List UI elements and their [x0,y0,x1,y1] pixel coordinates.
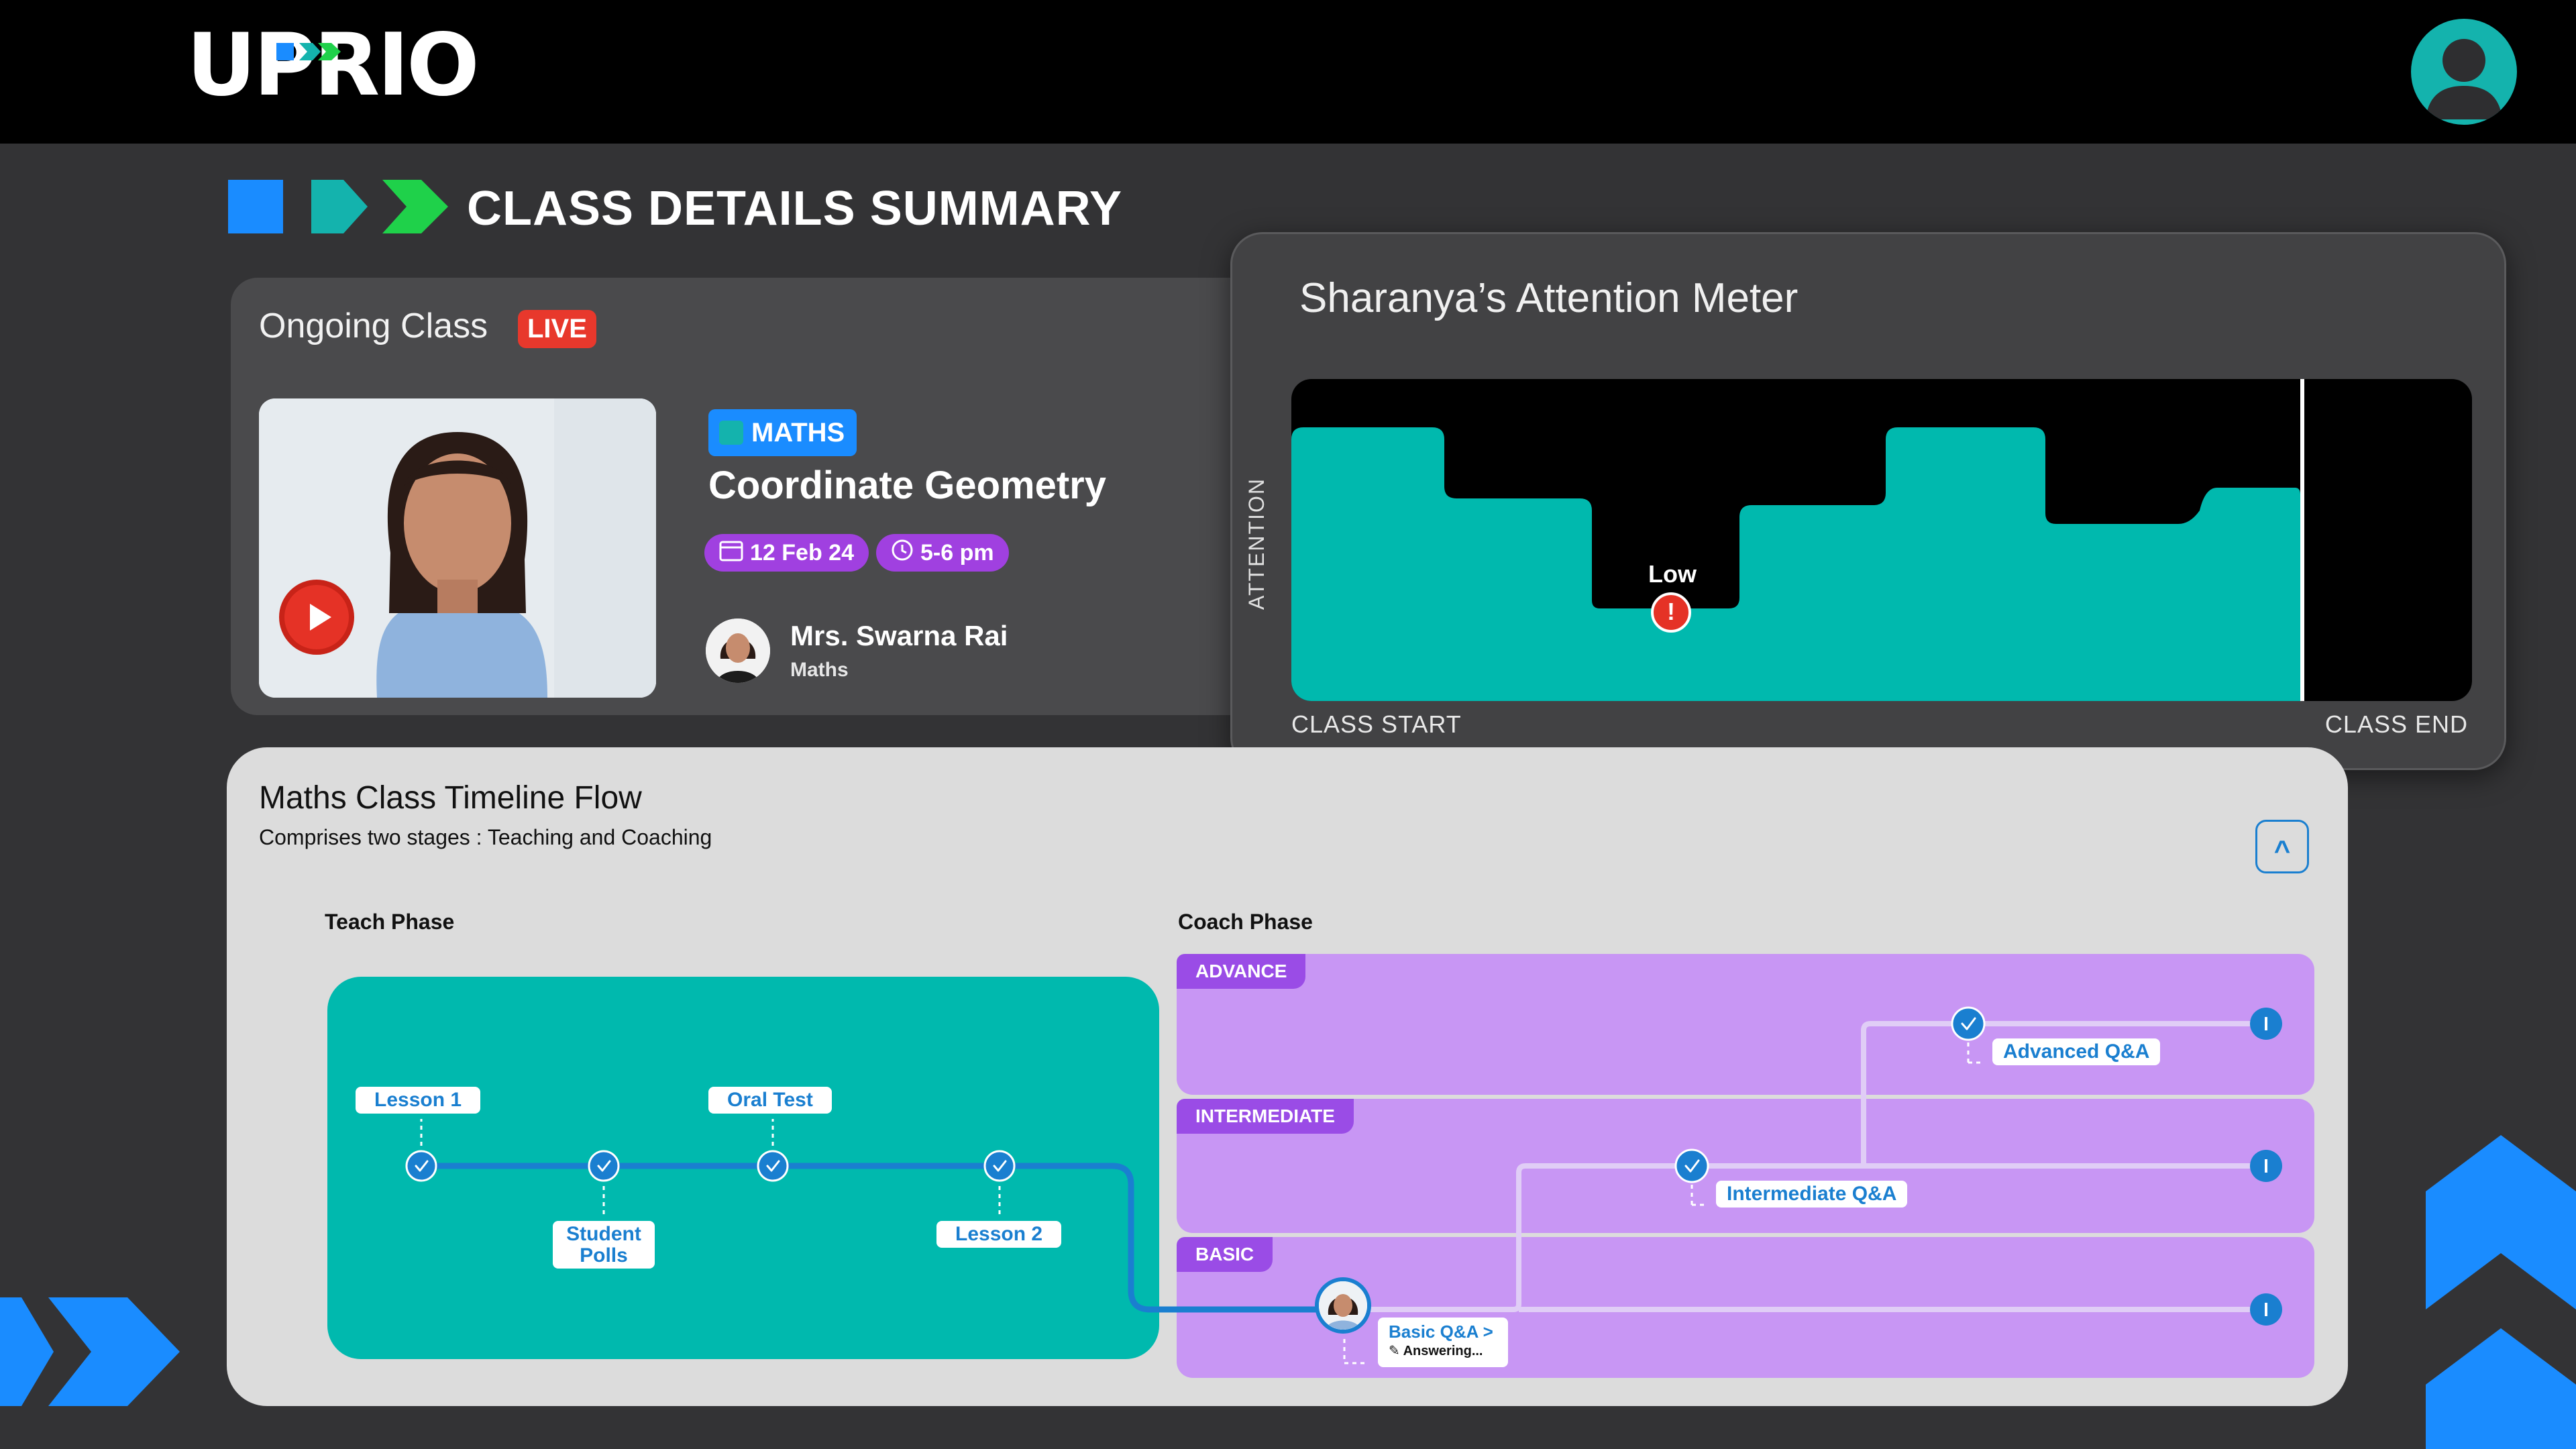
attention-meter-title: Sharanya’s Attention Meter [1299,275,1799,321]
class-end-label: CLASS END [2324,710,2468,738]
basic-qa-label[interactable]: Basic Q&A > [1389,1322,1497,1342]
student-video-thumbnail[interactable] [259,398,656,698]
brand-chevrons-icon [228,180,448,233]
teacher-avatar [706,619,770,683]
play-icon [310,604,331,631]
intermediate-qa-node[interactable]: Intermediate Q&A [1716,1181,1908,1208]
top-bar: UPRIO [0,0,2576,144]
clock-icon [891,539,914,568]
teacher-name: Mrs. Swarna Rai [790,620,1008,651]
ongoing-class-card: Ongoing Class LIVE MATHS Coordinate Geom… [231,278,1304,715]
profile-silhouette-icon [2426,39,2502,119]
class-start-label: CLASS START [1291,710,1462,738]
lesson-2-node[interactable]: Lesson 2 [936,1221,1062,1248]
class-title: Coordinate Geometry [708,464,1106,507]
ongoing-class-heading: Ongoing Class [259,307,488,345]
date-pill: 12 Feb 24 [704,534,869,572]
calculator-icon [719,421,743,445]
decorative-chevrons-right-icon [2426,1135,2576,1449]
lesson-1-node[interactable]: Lesson 1 [356,1087,481,1114]
attention-axis-label: ATTENTION [1244,478,1269,610]
student-mini-photo [1319,1281,1367,1330]
basic-qa-card[interactable]: Basic Q&A > ✎ Answering... [1378,1318,1508,1367]
live-badge: LIVE [518,310,596,348]
subject-label: MATHS [751,417,845,447]
completed-nodes [405,1006,1986,1183]
play-button[interactable] [279,580,354,655]
low-attention-label: Low [1648,560,1697,588]
pencil-icon: ✎ [1389,1344,1403,1358]
timeline-paths [405,1006,2282,1364]
alert-icon[interactable]: ! [1651,592,1691,633]
attention-area [1291,379,2304,701]
logo-mark-icon [276,43,341,60]
teacher-subject: Maths [790,659,849,681]
decorative-chevrons-left-icon [0,1297,180,1406]
attention-meter-card: Sharanya’s Attention Meter ATTENTION Low… [1230,232,2506,770]
student-polls-node[interactable]: Student Polls [553,1221,655,1269]
class-time: 5-6 pm [920,539,994,566]
oral-test-node[interactable]: Oral Test [708,1087,832,1114]
attention-graph: Low ! [1291,379,2472,701]
student-position-avatar[interactable] [1315,1277,1371,1334]
class-date: 12 Feb 24 [750,539,854,566]
calendar-icon [719,539,743,568]
timeline-card: Maths Class Timeline Flow Comprises two … [227,747,2348,1406]
advanced-qa-node[interactable]: Advanced Q&A [1992,1038,2161,1065]
section-header: CLASS DETAILS SUMMARY [228,176,1167,236]
user-avatar-icon[interactable] [2411,19,2517,125]
time-pill: 5-6 pm [876,534,1009,572]
subject-badge: MATHS [708,409,857,456]
page-title: CLASS DETAILS SUMMARY [467,182,1123,235]
answering-status: ✎ Answering... [1389,1344,1483,1358]
teacher-photo [706,619,770,683]
